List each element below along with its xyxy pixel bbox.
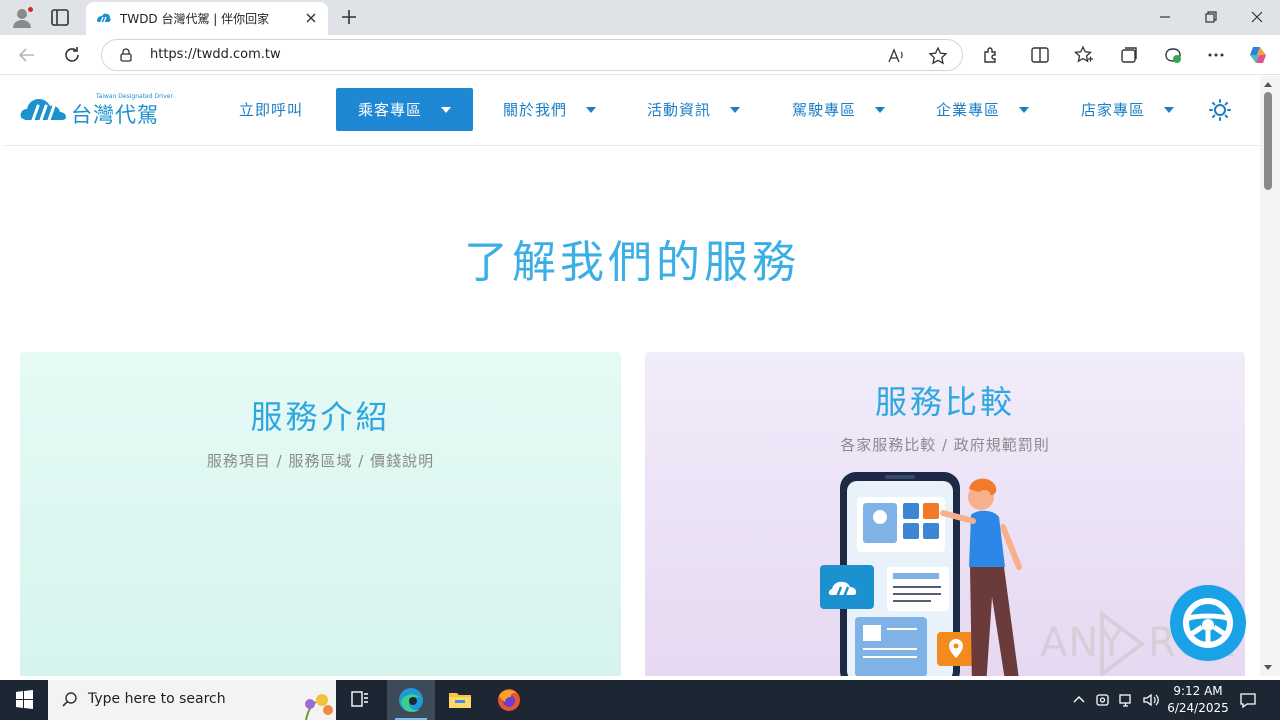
- card-subtitle: 服務項目 / 服務區域 / 價錢說明: [206, 452, 435, 470]
- taskbar-clock[interactable]: 9:12 AM 6/24/2025: [1160, 683, 1236, 717]
- split-screen-icon[interactable]: [1029, 44, 1051, 66]
- nav-passenger[interactable]: 乘客專區: [336, 88, 474, 131]
- taskbar-search-box[interactable]: Type here to search: [48, 680, 336, 720]
- tab-twdd[interactable]: TWDD 台灣代駕 | 伴你回家: [86, 2, 328, 35]
- steering-wheel-icon: [1183, 598, 1233, 648]
- tab-title: TWDD 台灣代駕 | 伴你回家: [120, 12, 270, 26]
- nav-label: 駕駛專區: [792, 101, 857, 119]
- nav-store[interactable]: 店家專區: [1081, 88, 1175, 131]
- scroll-down-arrow-icon[interactable]: [1263, 662, 1273, 672]
- caret-down-icon: [1164, 106, 1175, 113]
- task-view-icon[interactable]: [336, 680, 384, 720]
- nav-label: 企業專區: [936, 101, 1001, 119]
- read-aloud-icon[interactable]: [886, 46, 906, 66]
- card-title: 服務比較: [874, 383, 1015, 421]
- firefox-icon[interactable]: [485, 680, 533, 720]
- page-viewport: Taiwan Designated Driver 台灣代駕 立即呼叫 乘客專區 …: [4, 76, 1260, 676]
- back-arrow-icon[interactable]: [16, 44, 38, 66]
- card-title: 服務介紹: [250, 398, 391, 436]
- service-intro-illustration: [130, 662, 350, 676]
- windows-taskbar: Type here to search 9:12 AM 6/24/2025: [0, 680, 1280, 720]
- clock-time: 9:12 AM: [1173, 684, 1223, 698]
- meet-now-icon[interactable]: [1093, 690, 1113, 710]
- caret-down-icon: [1019, 106, 1030, 113]
- nav-driver[interactable]: 駕駛專區: [792, 88, 886, 131]
- copilot-icon[interactable]: [1247, 44, 1269, 66]
- theme-toggle-sun-icon[interactable]: [1209, 99, 1231, 121]
- browser-toolbar: https://twdd.com.tw: [0, 35, 1280, 75]
- nav-label: 關於我們: [503, 101, 568, 119]
- nav-enterprise[interactable]: 企業專區: [936, 88, 1030, 131]
- file-explorer-icon[interactable]: [436, 680, 484, 720]
- scrollbar-thumb[interactable]: [1264, 92, 1272, 190]
- watermark-text-left: ANY: [1040, 620, 1125, 666]
- url-text[interactable]: https://twdd.com.tw: [150, 47, 281, 62]
- network-icon[interactable]: [1117, 690, 1137, 710]
- tab-actions-icon[interactable]: [48, 7, 72, 29]
- site-info-icon[interactable]: [118, 47, 134, 63]
- show-hidden-icons-chevron-icon[interactable]: [1069, 690, 1089, 710]
- twdd-logo[interactable]: Taiwan Designated Driver 台灣代駕: [20, 90, 173, 130]
- phone-comparison-illustration: [820, 472, 1022, 676]
- browser-essentials-icon[interactable]: [1162, 44, 1184, 66]
- address-bar[interactable]: https://twdd.com.tw: [101, 39, 963, 71]
- nav-label: 立即呼叫: [239, 101, 304, 119]
- caret-down-icon: [875, 106, 886, 113]
- minimize-icon[interactable]: [1156, 8, 1174, 26]
- notification-dot: [27, 6, 34, 13]
- volume-icon[interactable]: [1141, 690, 1161, 710]
- nav-call-now[interactable]: 立即呼叫: [239, 88, 303, 131]
- caret-down-icon: [441, 106, 452, 113]
- page-scrollbar[interactable]: [1260, 76, 1280, 676]
- nav-label: 活動資訊: [647, 101, 712, 119]
- close-tab-icon[interactable]: [303, 10, 319, 26]
- nav-label: 乘客專區: [358, 101, 423, 119]
- favorites-icon[interactable]: [1073, 44, 1095, 66]
- clock-date: 6/24/2025: [1167, 701, 1229, 715]
- search-highlight-flowers-icon: [305, 694, 333, 720]
- caret-down-icon: [586, 106, 597, 113]
- profile-avatar-icon[interactable]: [10, 6, 34, 30]
- new-tab-button[interactable]: [338, 6, 360, 28]
- site-header: Taiwan Designated Driver 台灣代駕 立即呼叫 乘客專區 …: [4, 76, 1260, 146]
- edge-taskbar-icon[interactable]: [387, 680, 435, 720]
- extensions-icon[interactable]: [980, 44, 1002, 66]
- nav-events[interactable]: 活動資訊: [647, 88, 741, 131]
- caret-down-icon: [730, 106, 741, 113]
- favorite-star-icon[interactable]: [928, 46, 948, 66]
- service-intro-card[interactable]: 服務介紹 服務項目 / 服務區域 / 價錢說明: [20, 352, 621, 676]
- section-title: 了解我們的服務: [464, 237, 800, 288]
- refresh-icon[interactable]: [61, 44, 83, 66]
- search-placeholder: Type here to search: [88, 691, 226, 707]
- logo-name: 台灣代駕: [71, 103, 159, 127]
- scroll-up-arrow-icon[interactable]: [1263, 80, 1273, 90]
- collections-icon[interactable]: [1118, 44, 1140, 66]
- windows-start-icon[interactable]: [0, 680, 48, 720]
- twdd-favicon-icon: [95, 10, 112, 27]
- close-window-icon[interactable]: [1248, 8, 1266, 26]
- browser-tab-strip: TWDD 台灣代駕 | 伴你回家: [0, 0, 1280, 35]
- nav-about[interactable]: 關於我們: [503, 88, 597, 131]
- driver-service-fab[interactable]: [1170, 585, 1246, 661]
- search-icon: [62, 692, 77, 707]
- more-options-icon[interactable]: [1205, 44, 1227, 66]
- nav-label: 店家專區: [1081, 101, 1146, 119]
- card-subtitle: 各家服務比較 / 政府規範罰則: [840, 436, 1050, 454]
- notifications-icon[interactable]: [1238, 690, 1258, 710]
- restore-icon[interactable]: [1202, 8, 1220, 26]
- twdd-logo-icon: [20, 99, 66, 122]
